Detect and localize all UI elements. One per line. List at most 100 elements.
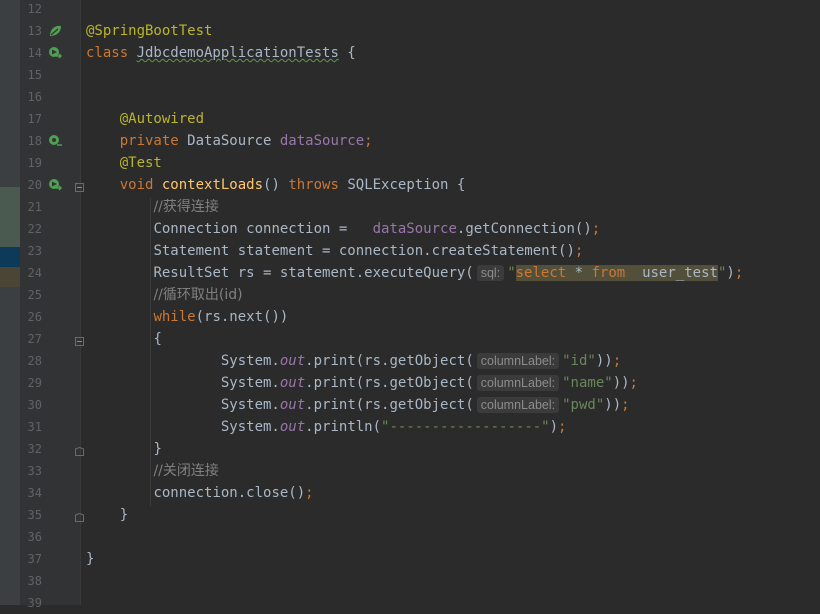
code-line[interactable]: 16 [0, 86, 820, 108]
code-token: "name" [562, 375, 613, 391]
code-line[interactable]: 37} [0, 548, 820, 570]
code-token: ; [612, 353, 622, 369]
code-token: //循环取出(id) [153, 287, 243, 303]
code-token: ; [364, 133, 373, 149]
spring-bean-icon[interactable] [48, 24, 63, 38]
code-text[interactable]: Statement statement = connection.createS… [86, 240, 583, 262]
code-text[interactable]: while(rs.next()) [86, 306, 288, 328]
code-line[interactable]: 23 Statement statement = connection.crea… [0, 240, 820, 262]
code-text[interactable]: @SpringBootTest [86, 20, 212, 42]
line-number: 25 [27, 288, 42, 302]
code-text[interactable]: //循环取出(id) [86, 284, 243, 306]
run-test-method-icon[interactable] [48, 178, 63, 192]
code-text[interactable]: { [86, 328, 161, 350]
run-test-class-icon[interactable] [48, 46, 63, 60]
code-text[interactable]: System.out.print(rs.getObject(columnLabe… [86, 372, 638, 394]
code-text[interactable]: } [86, 504, 128, 526]
code-token: out [279, 375, 306, 391]
line-number: 14 [27, 46, 42, 60]
code-token: private [119, 133, 188, 149]
code-line[interactable]: 26 while(rs.next()) [0, 306, 820, 328]
code-token: ; [558, 419, 567, 435]
fold-collapse-icon[interactable] [75, 334, 84, 346]
code-line[interactable]: 21 //获得连接 [0, 196, 820, 218]
code-text[interactable]: Connection connection = dataSource.getCo… [86, 218, 600, 240]
autowired-bean-icon[interactable] [48, 134, 63, 148]
code-line[interactable]: 29 System.out.print(rs.getObject(columnL… [0, 372, 820, 394]
code-text[interactable]: //获得连接 [86, 196, 218, 218]
code-line[interactable]: 24 ResultSet rs = statement.executeQuery… [0, 262, 820, 284]
code-text[interactable]: System.out.println("------------------")… [86, 416, 567, 438]
code-text[interactable]: System.out.print(rs.getObject(columnLabe… [86, 394, 630, 416]
code-line[interactable]: 35 } [0, 504, 820, 526]
code-line[interactable]: 18 private DataSource dataSource; [0, 130, 820, 152]
code-text[interactable]: connection.close(); [86, 482, 313, 504]
code-text[interactable]: System.out.print(rs.getObject(columnLabe… [86, 350, 621, 372]
code-line[interactable]: 19 @Test [0, 152, 820, 174]
code-line[interactable]: 34 connection.close(); [0, 482, 820, 504]
line-number: 27 [27, 332, 42, 346]
line-number: 18 [27, 134, 42, 148]
code-text[interactable]: private DataSource dataSource; [86, 130, 373, 152]
code-text[interactable]: @Test [86, 152, 162, 174]
code-line[interactable]: 25 //循环取出(id) [0, 284, 820, 306]
line-number: 16 [27, 90, 42, 104]
code-line[interactable]: 32 } [0, 438, 820, 460]
code-token: contextLoads [161, 177, 264, 193]
code-text[interactable]: class JdbcdemoApplicationTests { [86, 42, 356, 64]
code-text[interactable]: void contextLoads() throws SQLException … [86, 174, 466, 196]
code-token: ; [629, 375, 638, 391]
code-line[interactable]: 38 [0, 570, 820, 592]
code-line[interactable]: 39 [0, 592, 820, 614]
code-token: class [86, 45, 137, 61]
code-token: } [153, 441, 162, 457]
code-token: } [119, 507, 129, 523]
line-number: 26 [27, 310, 42, 324]
code-token: )) [612, 375, 630, 391]
code-line[interactable]: 22 Connection connection = dataSource.ge… [0, 218, 820, 240]
code-line[interactable]: 36 [0, 526, 820, 548]
code-line[interactable]: 27 { [0, 328, 820, 350]
code-line[interactable]: 33 //关闭连接 [0, 460, 820, 482]
code-text[interactable]: ResultSet rs = statement.executeQuery(sq… [86, 262, 743, 284]
code-text[interactable]: @Autowired [86, 108, 204, 130]
line-number: 24 [27, 266, 42, 280]
fold-end-icon[interactable] [75, 444, 84, 456]
code-line[interactable]: 17 @Autowired [0, 108, 820, 130]
code-text[interactable]: //关闭连接 [86, 460, 219, 482]
code-token: user_test [625, 265, 718, 281]
code-line[interactable]: 30 System.out.print(rs.getObject(columnL… [0, 394, 820, 416]
code-line[interactable]: 14 class JdbcdemoApplicationTests { [0, 42, 820, 64]
code-line[interactable]: 12 [0, 0, 820, 20]
code-text[interactable]: } [86, 548, 94, 570]
code-token: " [507, 265, 516, 281]
code-token: select [515, 265, 567, 281]
code-token: out [279, 397, 306, 413]
line-number: 38 [27, 574, 42, 588]
line-number: 22 [27, 222, 42, 236]
code-token: { [338, 45, 356, 61]
line-number: 19 [27, 156, 42, 170]
line-number: 36 [27, 530, 42, 544]
code-line[interactable]: 20 void contextLoads() throws SQLExcepti… [0, 174, 820, 196]
line-number: 12 [27, 2, 42, 16]
fold-end-icon[interactable] [75, 510, 84, 522]
parameter-hint: sql: [476, 265, 505, 281]
code-token: //关闭连接 [153, 463, 219, 479]
code-line[interactable]: 31 System.out.println("-----------------… [0, 416, 820, 438]
fold-collapse-icon[interactable] [75, 180, 84, 192]
code-text[interactable]: } [86, 438, 162, 460]
code-line[interactable]: 13 @SpringBootTest [0, 20, 820, 42]
code-line[interactable]: 15 [0, 64, 820, 86]
code-line[interactable]: 28 System.out.print(rs.getObject(columnL… [0, 350, 820, 372]
